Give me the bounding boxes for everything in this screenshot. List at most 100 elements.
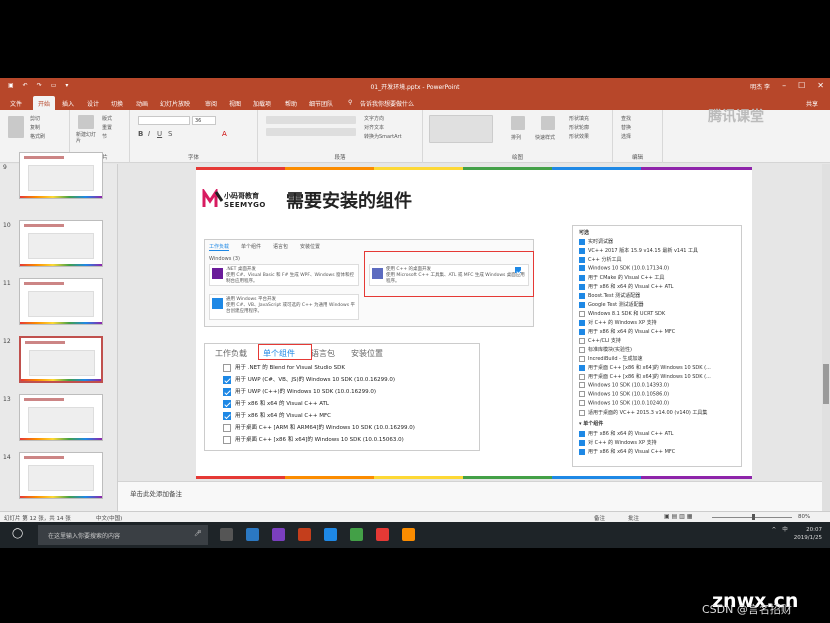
tab-design[interactable]: 设计 bbox=[87, 99, 99, 108]
slide-thumbnail[interactable] bbox=[19, 452, 103, 499]
underline-button[interactable]: U bbox=[157, 130, 162, 138]
tell-me-input[interactable]: 告诉我你想要做什么 bbox=[360, 99, 414, 108]
scrollbar-thumb[interactable] bbox=[823, 364, 829, 404]
optional-row: 用于 x86 和 x64 的 Visual C++ ATL bbox=[579, 430, 673, 437]
arrange-button[interactable]: 排列 bbox=[511, 134, 521, 141]
user-name[interactable]: 明杰 李 bbox=[750, 82, 770, 91]
text-direction-button[interactable]: 文字方向 bbox=[364, 115, 384, 122]
italic-button[interactable]: I bbox=[148, 130, 150, 138]
format-painter-button[interactable]: 格式刷 bbox=[30, 133, 45, 140]
tab-slideshow[interactable]: 幻灯片放映 bbox=[160, 99, 190, 108]
list-align-icons[interactable] bbox=[266, 116, 356, 124]
tab-review[interactable]: 审阅 bbox=[205, 99, 217, 108]
slide-thumbnail[interactable] bbox=[19, 152, 103, 199]
share-button[interactable]: 共享 bbox=[806, 99, 818, 108]
maximize-icon[interactable]: ☐ bbox=[798, 81, 805, 90]
tab-animations[interactable]: 动画 bbox=[136, 99, 148, 108]
new-slide-icon[interactable] bbox=[78, 115, 94, 129]
slide-thumbnail[interactable] bbox=[19, 278, 103, 325]
windows-start-icon[interactable]: ◯ bbox=[12, 528, 23, 539]
notes-pane[interactable]: 单击此处添加备注 bbox=[118, 481, 822, 511]
cut-button[interactable]: 剪切 bbox=[30, 115, 40, 122]
optional-label: Windows 10 SDK (10.0.10240.0) bbox=[588, 400, 670, 407]
close-icon[interactable]: ✕ bbox=[817, 81, 824, 90]
powerpoint-icon[interactable] bbox=[298, 528, 311, 541]
component-checkbox bbox=[223, 423, 231, 432]
tab-home[interactable]: 开始 bbox=[33, 96, 56, 110]
copy-button[interactable]: 复制 bbox=[30, 124, 40, 131]
layout-button[interactable]: 版式 bbox=[102, 115, 112, 122]
app-icon[interactable] bbox=[376, 528, 389, 541]
view-buttons-icon[interactable]: ▣ ▤ ▥ ▦ bbox=[664, 513, 692, 520]
notes-button[interactable]: 备注 bbox=[594, 514, 605, 522]
arrange-icon[interactable] bbox=[511, 116, 525, 130]
zoom-level[interactable]: 80% bbox=[798, 514, 810, 520]
alignment-icons[interactable] bbox=[266, 128, 356, 136]
microphone-icon[interactable]: 🎤︎ bbox=[194, 530, 202, 537]
optional-checkbox bbox=[579, 301, 585, 308]
zoom-slider-thumb[interactable] bbox=[752, 514, 755, 520]
shape-fill-button[interactable]: 形状填充 bbox=[569, 115, 589, 122]
browser-icon[interactable] bbox=[246, 528, 259, 541]
taskbar-search-input[interactable]: 在这里输入你要搜索的内容 bbox=[38, 525, 208, 545]
optional-row: IncrediBuild - 生成加速 bbox=[579, 355, 643, 362]
shapes-gallery[interactable] bbox=[429, 115, 493, 143]
ime-indicator[interactable]: 中 bbox=[782, 526, 788, 542]
align-text-button[interactable]: 对齐文本 bbox=[364, 124, 384, 131]
optional-row: 用于 x86 和 x64 的 Visual C++ ATL bbox=[579, 283, 673, 290]
font-name-select[interactable] bbox=[138, 116, 190, 125]
current-slide[interactable]: 小码哥教育 SEEMYGO 需要安装的组件 工作负载 单个组件 语言包 安装位置… bbox=[196, 167, 752, 479]
tab-help[interactable]: 帮助 bbox=[285, 99, 297, 108]
strike-button[interactable]: S bbox=[168, 130, 172, 138]
comments-button[interactable]: 批注 bbox=[628, 514, 639, 522]
reset-button[interactable]: 重置 bbox=[102, 124, 112, 131]
component-checkbox bbox=[223, 435, 231, 444]
workload-card: .NET 桌面开发 使用 C#、Visual Basic 和 F# 生成 WPF… bbox=[209, 264, 359, 286]
new-slide-button[interactable]: 新建幻灯片 bbox=[76, 132, 98, 144]
minimize-icon[interactable]: – bbox=[782, 81, 786, 90]
highlight-box bbox=[364, 251, 534, 297]
notes-placeholder[interactable]: 单击此处添加备注 bbox=[130, 488, 182, 498]
replace-button[interactable]: 替换 bbox=[621, 124, 631, 131]
task-view-icon[interactable] bbox=[220, 528, 233, 541]
optional-checkbox bbox=[579, 310, 585, 317]
tab-insert[interactable]: 插入 bbox=[62, 99, 74, 108]
tab-transitions[interactable]: 切换 bbox=[111, 99, 123, 108]
app-icon[interactable] bbox=[324, 528, 337, 541]
smartart-button[interactable]: 转换为SmartArt bbox=[364, 133, 402, 140]
vertical-scrollbar[interactable] bbox=[822, 164, 830, 511]
font-size-select[interactable]: 36 bbox=[192, 116, 216, 125]
clock[interactable]: 20:07 2019/1/25 bbox=[794, 526, 822, 542]
tab-team[interactable]: 细节团队 bbox=[309, 99, 333, 108]
language-indicator[interactable]: 中文(中国) bbox=[96, 514, 122, 522]
shape-outline-button[interactable]: 形状轮廓 bbox=[569, 124, 589, 131]
slide-counter: 幻灯片 第 12 张，共 14 张 bbox=[4, 516, 71, 522]
visual-studio-icon[interactable] bbox=[272, 528, 285, 541]
tab-file[interactable]: 文件 bbox=[10, 99, 22, 108]
optional-checkbox bbox=[579, 439, 585, 446]
slide-thumbnail[interactable] bbox=[19, 394, 103, 441]
quick-styles-button[interactable]: 快速样式 bbox=[535, 134, 555, 141]
tray-arrow-icon[interactable]: ^ bbox=[772, 526, 777, 542]
component-label: 用于 UWP (C#、VB、JS)的 Windows 10 SDK (10.0.… bbox=[235, 377, 396, 383]
slide-thumbnail[interactable] bbox=[19, 220, 103, 267]
section-button[interactable]: 节 bbox=[102, 133, 107, 140]
font-color-button[interactable]: A bbox=[222, 130, 227, 138]
folder-icon[interactable] bbox=[402, 528, 415, 541]
find-button[interactable]: 查找 bbox=[621, 115, 631, 122]
component-row: 用于 UWP (C++)的 Windows 10 SDK (10.0.16299… bbox=[223, 387, 376, 396]
slide-thumbnail-selected[interactable] bbox=[19, 336, 103, 383]
bold-button[interactable]: B bbox=[138, 130, 143, 138]
shape-effect-button[interactable]: 形状效果 bbox=[569, 133, 589, 140]
components-section-label: 单个组件 bbox=[583, 421, 604, 427]
tab-view[interactable]: 视图 bbox=[229, 99, 241, 108]
clock-date: 2019/1/25 bbox=[793, 535, 822, 541]
select-button[interactable]: 选择 bbox=[621, 133, 631, 140]
app-icon[interactable] bbox=[350, 528, 363, 541]
workload-desc: 使用 C#、VB、JavaScript 或可选的 C++ 为通用 Windows… bbox=[226, 303, 355, 314]
tab-addins[interactable]: 加载项 bbox=[253, 99, 271, 108]
quick-styles-icon[interactable] bbox=[541, 116, 555, 130]
optional-checkbox bbox=[579, 373, 585, 380]
paste-icon[interactable] bbox=[8, 116, 24, 138]
optional-checkbox bbox=[579, 283, 585, 290]
